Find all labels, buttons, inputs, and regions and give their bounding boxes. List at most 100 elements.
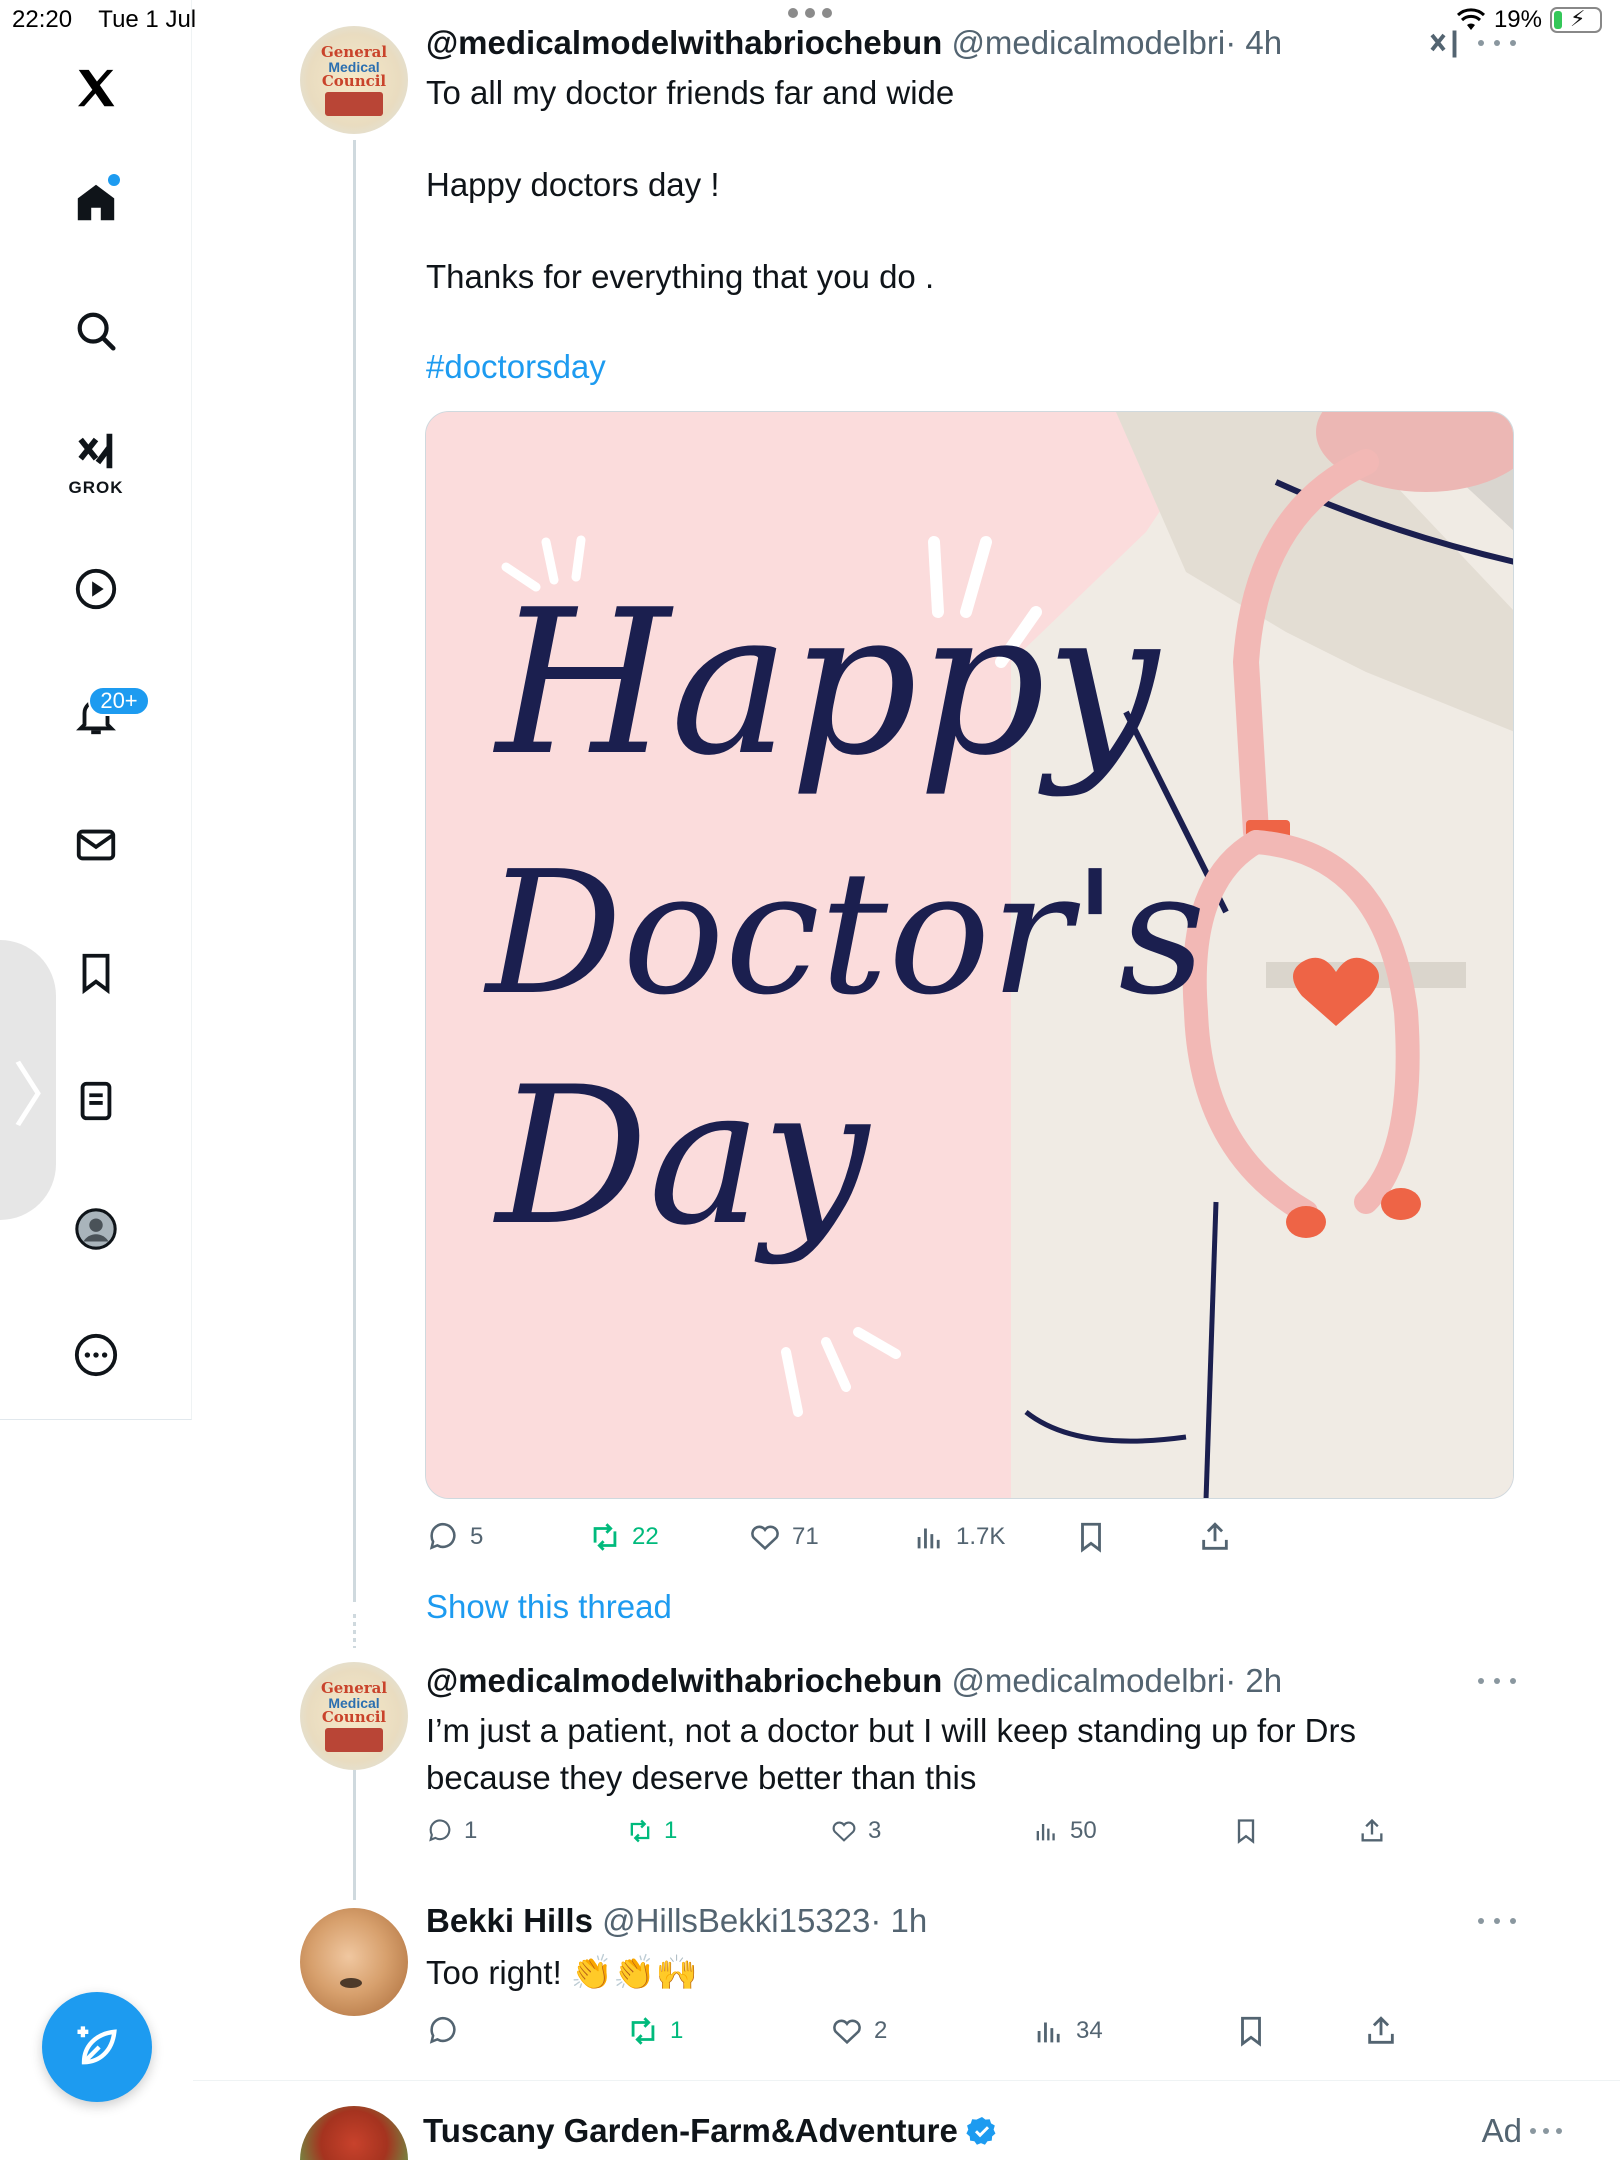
repost-icon xyxy=(593,1523,617,1551)
tweet-line-3: Thanks for everything that you do . xyxy=(426,258,935,295)
view-count: 50 xyxy=(1070,1817,1097,1844)
grok-corner-icon[interactable] xyxy=(1426,26,1462,62)
bookmark-icon xyxy=(1237,1819,1255,1844)
tweet-more-button[interactable] xyxy=(1478,1914,1516,1928)
author-handle[interactable]: @medicalmodelbri xyxy=(951,1662,1225,1699)
reply-button[interactable]: 1 xyxy=(426,1817,477,1845)
repost-button[interactable]: 1 xyxy=(626,1817,677,1845)
bookmark-button[interactable] xyxy=(1232,1817,1260,1845)
tweet-more-button[interactable] xyxy=(1478,36,1516,50)
hashtag-link[interactable]: #doctorsday xyxy=(426,348,606,386)
bookmark-button[interactable] xyxy=(1234,2014,1268,2048)
sidebar-item-more[interactable] xyxy=(63,1322,129,1388)
share-icon xyxy=(1368,2016,1394,2044)
view-count: 34 xyxy=(1076,2017,1103,2044)
battery-icon: ⚡ xyxy=(1550,6,1602,33)
tweet-header: Tuscany Garden-Farm&Adventure xyxy=(423,2112,998,2150)
heart-icon xyxy=(833,2019,861,2045)
reply-icon xyxy=(429,2016,456,2044)
profile-icon xyxy=(75,1208,117,1250)
thread-connector-2 xyxy=(353,1770,356,1900)
share-button[interactable] xyxy=(1198,1520,1232,1554)
mail-icon xyxy=(76,829,116,861)
sidebar-item-videos[interactable] xyxy=(63,556,129,622)
ad-more-button[interactable] xyxy=(1530,2128,1562,2136)
notifications-badge: 20+ xyxy=(88,686,150,716)
show-thread-link[interactable]: Show this thread xyxy=(426,1588,672,1626)
play-icon xyxy=(75,568,117,610)
sidebar-item-bookmarks[interactable] xyxy=(63,940,129,1006)
drawer-handle[interactable]: 〉 xyxy=(0,940,82,1220)
home-icon xyxy=(77,184,115,221)
repost-button[interactable]: 22 xyxy=(588,1520,659,1554)
view-count: 1.7K xyxy=(956,1523,1006,1550)
views-button[interactable]: 1.7K xyxy=(912,1520,1005,1554)
author-name[interactable]: @medicalmodelwithabriochebun xyxy=(426,24,942,61)
avatar[interactable]: General Medical Council xyxy=(300,1662,408,1770)
bookmark-icon xyxy=(82,953,110,995)
bookmark-icon xyxy=(1081,1522,1101,1553)
sidebar-item-messages[interactable] xyxy=(63,812,129,878)
tweet-more-button[interactable] xyxy=(1478,1674,1516,1688)
like-count: 2 xyxy=(874,2017,888,2044)
multitasking-dots[interactable] xyxy=(788,8,832,20)
tweet-image[interactable]: Happy Doctor's Day xyxy=(425,411,1514,1499)
avatar[interactable] xyxy=(300,1908,408,2016)
reply-button[interactable] xyxy=(426,2014,470,2048)
share-icon xyxy=(1361,1818,1383,1842)
ad-label: Ad xyxy=(1481,2112,1522,2149)
share-button[interactable] xyxy=(1364,2014,1398,2048)
reply-count: 5 xyxy=(470,1523,484,1550)
reply-icon xyxy=(429,1522,456,1550)
thread-gap xyxy=(353,1614,356,1648)
author-handle[interactable]: @HillsBekki15323 xyxy=(602,1902,870,1939)
verified-badge-icon xyxy=(966,2117,996,2145)
repost-count: 1 xyxy=(670,2017,684,2044)
sidebar-item-grok[interactable] xyxy=(63,418,129,484)
sidebar-item-profile[interactable] xyxy=(63,1196,129,1262)
like-count: 71 xyxy=(792,1523,819,1550)
tweet-text: Too right! 👏👏🙌 xyxy=(426,1950,1506,1996)
bookmark-button[interactable] xyxy=(1074,1520,1108,1554)
views-button[interactable]: 50 xyxy=(1032,1817,1097,1845)
tweet-header: @medicalmodelwithabriochebun @medicalmod… xyxy=(426,24,1282,62)
home-unread-dot xyxy=(108,174,120,186)
repost-count: 22 xyxy=(632,1523,659,1550)
tweet-header: @medicalmodelwithabriochebun @medicalmod… xyxy=(426,1662,1282,1700)
tweet-line-1: I’m just a patient, not a doctor but I w… xyxy=(426,1712,1356,1749)
author-name[interactable]: @medicalmodelwithabriochebun xyxy=(426,1662,942,1699)
more-icon xyxy=(74,1333,118,1377)
reply-button[interactable]: 5 xyxy=(426,1520,483,1554)
repost-count: 1 xyxy=(664,1817,678,1844)
tweet-header: Bekki Hills @HillsBekki15323· 1h xyxy=(426,1902,927,1940)
like-button[interactable]: 3 xyxy=(830,1817,881,1845)
grok-icon xyxy=(78,433,113,469)
tweet-line-1: To all my doctor friends far and wide xyxy=(426,74,955,111)
repost-button[interactable]: 1 xyxy=(626,2014,683,2048)
share-icon xyxy=(1202,1522,1228,1550)
compose-button[interactable] xyxy=(42,1992,152,2102)
author-name[interactable]: Tuscany Garden-Farm&Adventure xyxy=(423,2112,958,2149)
author-name[interactable]: Bekki Hills xyxy=(426,1902,593,1939)
avatar[interactable] xyxy=(300,2106,408,2160)
feed-divider xyxy=(193,2080,1620,2081)
views-icon xyxy=(1037,2022,1060,2043)
reply-icon xyxy=(429,1819,451,1842)
heart-icon xyxy=(832,1821,856,1842)
sidebar-item-explore[interactable] xyxy=(63,298,129,364)
doctors-day-illustration: Happy Doctor's Day xyxy=(426,412,1513,1498)
tweet-time[interactable]: · 1h xyxy=(870,1902,927,1939)
share-button[interactable] xyxy=(1358,1817,1386,1845)
heart-icon xyxy=(751,1525,779,1551)
views-button[interactable]: 34 xyxy=(1032,2014,1103,2048)
search-icon xyxy=(77,312,116,351)
views-icon xyxy=(1036,1824,1055,1841)
x-logo-icon[interactable] xyxy=(63,56,129,122)
tweet-time[interactable]: · 2h xyxy=(1225,1662,1282,1699)
avatar[interactable]: General Medical Council xyxy=(300,26,408,134)
like-button[interactable]: 71 xyxy=(748,1520,819,1554)
like-button[interactable]: 2 xyxy=(830,2014,887,2048)
author-handle[interactable]: @medicalmodelbri xyxy=(951,24,1225,61)
tweet-time[interactable]: · 4h xyxy=(1225,24,1282,61)
image-text-happy: Happy xyxy=(492,567,1162,800)
